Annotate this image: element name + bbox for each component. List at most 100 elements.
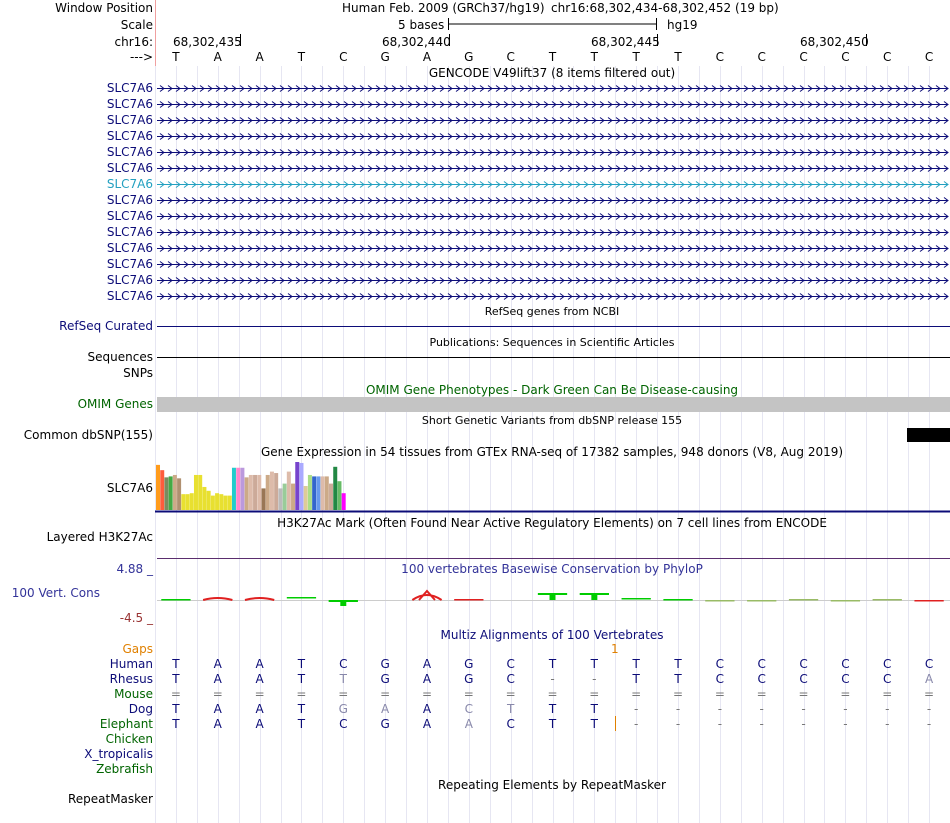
gencode-item-label[interactable]: SLC7A6 [107, 225, 153, 239]
gtex-tissue-bar [172, 474, 177, 510]
alignment-base: - [843, 717, 848, 731]
alignment-base: A [255, 657, 264, 671]
gencode-track-title[interactable]: GENCODE V49lift37 (8 items filtered out) [429, 66, 675, 80]
alignment-base: T [548, 657, 557, 671]
species-label[interactable]: X_tropicalis [84, 747, 153, 761]
base-letter: C [924, 50, 934, 64]
alignment-base: - [759, 702, 764, 716]
strand-arrow-label[interactable]: ---> [130, 50, 153, 64]
coord-label: 68,302,445 [591, 35, 660, 49]
gtex-tissue-bar [164, 477, 169, 510]
gencode-item-label[interactable]: SLC7A6 [107, 145, 153, 159]
gencode-item-label[interactable]: SLC7A6 [107, 241, 153, 255]
gtex-tissue-bar [198, 474, 203, 510]
gencode-item-label[interactable]: SLC7A6 [107, 193, 153, 207]
alignment-base: T [297, 657, 306, 671]
phylop-score-mark [872, 599, 902, 601]
gtex-tissue-bar [286, 471, 291, 510]
base-letter: C [841, 50, 850, 64]
phylop-score-mark [705, 600, 735, 602]
gtex-tissue-bar [269, 471, 274, 510]
alignment-base: C [339, 717, 348, 731]
gtex-tissue-bar [181, 494, 186, 510]
refseq-label[interactable]: RefSeq Curated [59, 319, 153, 333]
alignment-base: T [674, 657, 682, 671]
genome-browser-image[interactable]: Window Position Scale chr16: ---> Human … [0, 0, 950, 823]
gencode-item-label[interactable]: SLC7A6 [107, 209, 153, 223]
gtex-tissue-bar [337, 481, 342, 510]
gencode-item-label[interactable]: SLC7A6 [107, 113, 153, 127]
gtex-tissue-bar [248, 474, 253, 510]
species-label[interactable]: Elephant [100, 717, 153, 731]
alignment-base: T [632, 672, 640, 686]
alignment-base: = [756, 687, 767, 701]
base-letter: C [757, 50, 766, 64]
scale-db: hg19 [667, 18, 698, 32]
alignment-base: = [254, 687, 265, 701]
gencode-item-label[interactable]: SLC7A6 [107, 129, 153, 143]
alignment-base: G [338, 702, 348, 716]
base-letter: C [799, 50, 808, 64]
gtex-tissue-bar [177, 478, 182, 510]
species-label[interactable]: Rhesus [110, 672, 153, 686]
alignment-base: = [672, 687, 684, 701]
alignment-base: = [882, 687, 893, 701]
alignment-base: - [885, 717, 890, 731]
alignment-base: A [381, 702, 390, 716]
alignment-base: - [801, 717, 806, 731]
phylop-score-mark [286, 597, 317, 599]
gencode-item-label[interactable]: SLC7A6 [107, 97, 153, 111]
gencode-item-label[interactable]: SLC7A6 [107, 81, 153, 95]
dbsnp-label[interactable]: Common dbSNP(155) [24, 428, 153, 442]
alignment-base: T [172, 657, 180, 671]
sequences-label[interactable]: Sequences [88, 350, 153, 364]
repeatmasker-label[interactable]: RepeatMasker [68, 792, 153, 806]
gtex-title: Gene Expression in 54 tissues from GTEx … [260, 445, 844, 459]
gencode-item-label[interactable]: SLC7A6 [107, 177, 153, 191]
alignment-base: - [634, 717, 639, 731]
alignment-base: = [798, 687, 809, 701]
alignment-base: = [631, 687, 642, 701]
h3k27ac-label[interactable]: Layered H3K27Ac [47, 530, 153, 544]
alignment-base: T [674, 672, 682, 686]
gtex-tissue-bar [206, 490, 211, 510]
gencode-item-label[interactable]: SLC7A6 [107, 273, 153, 287]
h3k27ac-title: H3K27Ac Mark (Often Found Near Active Re… [277, 516, 827, 530]
gtex-label[interactable]: SLC7A6 [107, 481, 153, 495]
gtex-tissue-bar [261, 488, 266, 510]
species-label[interactable]: Human [110, 657, 153, 671]
gtex-tissue-bar [291, 483, 296, 510]
species-label[interactable]: Chicken [106, 732, 153, 746]
alignment-base: C [841, 657, 850, 671]
species-label[interactable]: Mouse [114, 687, 153, 701]
gtex-tissue-bar [333, 466, 338, 510]
alignment-base: C [506, 657, 515, 671]
alignment-base: = [421, 687, 432, 701]
alignment-base: = [924, 687, 935, 701]
species-label[interactable]: Dog [129, 702, 153, 716]
snps-label[interactable]: SNPs [123, 366, 153, 380]
phylop-score-mark [549, 593, 556, 600]
alignment-base: - [801, 702, 806, 716]
omim-label[interactable]: OMIM Genes [78, 397, 153, 411]
phylop-score-mark [621, 598, 651, 600]
gtex-tissue-bar [312, 476, 317, 510]
alignment-base: C [506, 672, 515, 686]
alignment-base: - [550, 672, 555, 686]
gtex-tissue-bar [320, 476, 325, 510]
gtex-tissue-bar [189, 493, 194, 510]
base-letter: T [632, 50, 640, 64]
gencode-item-label[interactable]: SLC7A6 [107, 289, 153, 303]
alignment-base: T [297, 702, 306, 716]
alignment-base: = [212, 687, 223, 701]
phylop-label[interactable]: 100 Vert. Cons [12, 586, 100, 600]
gtex-tissue-bar [244, 477, 249, 510]
gencode-item-label[interactable]: SLC7A6 [107, 257, 153, 271]
species-label[interactable]: Zebrafish [96, 762, 153, 776]
gtex-tissue-bar [257, 474, 262, 510]
gtex-tissue-bar [202, 486, 207, 510]
gencode-item-label[interactable]: SLC7A6 [107, 161, 153, 175]
alignment-base: C [506, 717, 515, 731]
gtex-tissue-bar [295, 462, 300, 510]
alignment-base: - [926, 702, 932, 716]
